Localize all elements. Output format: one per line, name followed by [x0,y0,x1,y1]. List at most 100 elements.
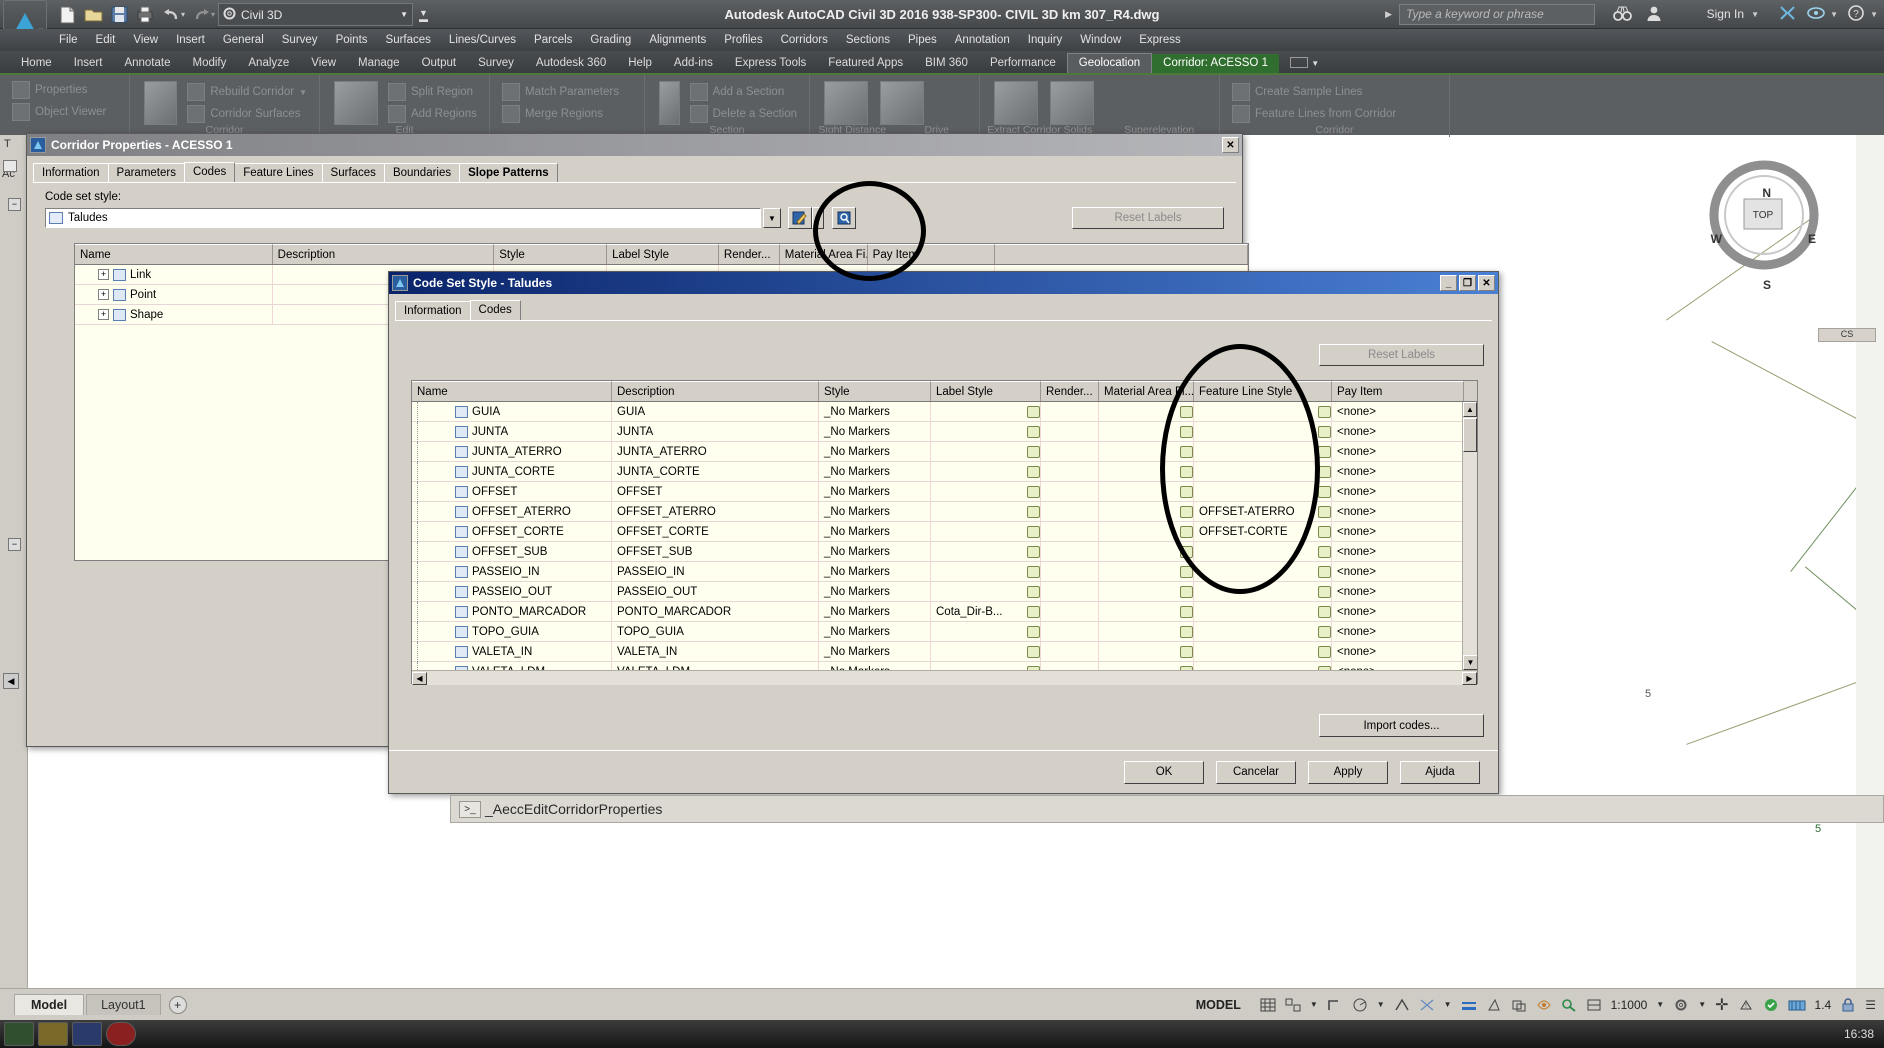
codeset-grid-cell[interactable]: OFFSET_ATERRO [612,501,819,522]
codeset-grid-cell[interactable]: <none> [1332,501,1464,522]
codeset-grid-cell[interactable]: _No Markers [819,481,931,502]
share-icon[interactable] [1807,5,1826,24]
feature-line-style-picker-icon[interactable] [1318,425,1331,438]
material-picker-icon[interactable] [1180,445,1193,458]
help-button[interactable]: Ajuda [1400,760,1480,784]
codeset-grid-cell[interactable]: _No Markers [819,402,931,422]
qat-overflow-icon[interactable]: ▼ ▬ [419,8,428,24]
material-picker-icon[interactable] [1180,425,1193,438]
status-bar[interactable]: Model Layout1 + MODEL ▼ ▼ ▼ 1:1000 ▼ ▼ ✛… [0,988,1884,1020]
codeset-grid-row[interactable]: JUNTA_CORTE JUNTA_CORTE _No Markers <none> [412,461,1464,482]
material-picker-icon[interactable] [1180,505,1193,518]
ribbon-panel-launch[interactable]: Create Sample Lines Feature Lines from C… [1220,75,1450,137]
code-set-grid-header[interactable]: Name Description Style Label Style Render...… [412,381,1477,402]
feature-line-style-picker-icon[interactable] [1318,405,1331,418]
taskbar-explorer-icon[interactable] [38,1022,68,1046]
ribbon-item-match-parameters[interactable]: Match Parameters [498,81,623,103]
codeset-grid-col-description[interactable]: Description [612,381,819,401]
clean-screen-icon[interactable] [1763,998,1779,1012]
codeset-grid-cell[interactable]: <none> [1332,641,1464,662]
codeset-tab-information[interactable]: Information [395,301,471,320]
ribbon-item-object-viewer[interactable]: Object Viewer [8,101,110,123]
taskbar-app-icon[interactable] [106,1022,136,1046]
ok-button[interactable]: OK [1124,760,1204,784]
corridor-grid-col-pay-item[interactable]: Pay Item [867,244,996,264]
feature-line-style-picker-icon[interactable] [1318,445,1331,458]
codeset-grid-cell-label-style[interactable]: Cota_Dir-B... [936,602,1023,622]
view-cube[interactable]: TOP [1704,155,1824,275]
annotation-visibility-icon[interactable] [1536,998,1552,1012]
codeset-grid-row[interactable]: PASSEIO_IN PASSEIO_IN _No Markers <none> [412,561,1464,582]
import-codes-button[interactable]: Import codes... [1319,714,1484,737]
tree-expand-icon[interactable]: + [98,289,109,300]
ribbon-panel-section[interactable]: Add a Section Delete a Section Section [645,75,810,137]
scroll-thumb[interactable] [1463,418,1477,452]
material-picker-icon[interactable] [1180,465,1193,478]
corridor-icon[interactable] [144,81,178,125]
codeset-grid-cell[interactable]: _No Markers [819,501,931,522]
scroll-left-arrow-icon[interactable]: ◀ [412,671,427,685]
workspace-switcher[interactable]: Civil 3D ▼ [218,3,413,26]
palette-expander[interactable]: − [8,538,21,551]
code-set-dropdown-button[interactable]: ▼ [763,208,781,228]
corridor-tab-feature-lines[interactable]: Feature Lines [234,163,323,182]
ribbon-item-properties[interactable]: Properties [8,79,110,101]
status-menu-icon[interactable]: ☰ [1865,998,1876,1012]
undo-dropdown-icon[interactable]: ▾ [178,4,188,25]
feature-line-style-picker-icon[interactable] [1318,465,1331,478]
material-picker-icon[interactable] [1180,665,1193,670]
codeset-grid-cell[interactable]: _No Markers [819,661,931,670]
ribbon-item-create-sample-lines[interactable]: Create Sample Lines [1228,81,1400,103]
taskbar-start-button[interactable] [4,1022,34,1046]
scale-dropdown-icon[interactable]: ▼ [1656,1000,1664,1009]
ortho-mode-icon[interactable] [1327,998,1343,1012]
ribbon-tab-corridor-context[interactable]: Corridor: ACESSO 1 [1152,54,1279,73]
ribbon-item-rebuild-corridor[interactable]: Rebuild Corridor ▼ [183,81,311,103]
material-picker-icon[interactable] [1180,585,1193,598]
help-dropdown-icon[interactable]: ▼ [1870,10,1878,19]
ribbon-tab-bim-360[interactable]: BIM 360 [914,54,979,73]
label-style-picker-icon[interactable] [1027,585,1040,598]
superelevation-icon[interactable] [1050,81,1094,125]
codeset-grid-cell[interactable] [1041,481,1099,502]
ribbon-panel-edit[interactable]: Split Region Add Regions Edit [320,75,490,137]
ribbon-tab-performance[interactable]: Performance [979,54,1067,73]
codeset-grid-cell[interactable] [1041,601,1099,622]
codeset-grid-cell[interactable]: GUIA [612,402,819,422]
menu-item-window[interactable]: Window [1071,29,1130,51]
codeset-grid-cell[interactable]: _No Markers [819,421,931,442]
codeset-grid-row[interactable]: JUNTA JUNTA _No Markers <none> [412,421,1464,442]
material-picker-icon[interactable] [1180,565,1193,578]
corridor-grid-col-blank[interactable] [995,244,1248,264]
menu-item-grading[interactable]: Grading [581,29,640,51]
menu-item-surfaces[interactable]: Surfaces [377,29,440,51]
ribbon-tab-strip[interactable]: Home Insert Annotate Modify Analyze View Manag… [0,51,1884,73]
codeset-grid-cell[interactable] [1041,501,1099,522]
codeset-grid-row[interactable]: GUIA GUIA _No Markers <none> [412,402,1464,422]
codeset-grid-cell[interactable]: _No Markers [819,441,931,462]
layout1-tab[interactable]: Layout1 [86,994,161,1015]
codeset-grid-cell[interactable]: OFFSET [612,481,819,502]
feature-line-style-picker-icon[interactable] [1318,665,1331,670]
codeset-grid-row[interactable]: OFFSET_ATERRO OFFSET_ATERRO _No Markers OFF… [412,501,1464,522]
sight-distance-icon[interactable] [824,81,868,125]
apply-button[interactable]: Apply [1308,760,1388,784]
menu-item-pipes[interactable]: Pipes [899,29,946,51]
taskbar-autocad-icon[interactable] [72,1022,102,1046]
palette-expander[interactable]: − [8,198,21,211]
menu-item-inquiry[interactable]: Inquiry [1019,29,1072,51]
ribbon-tab-output[interactable]: Output [411,54,468,73]
codeset-grid-col-material-area-fi-[interactable]: Material Area Fi... [1099,381,1194,401]
codeset-grid-cell[interactable] [1041,621,1099,642]
ribbon-tab-modify[interactable]: Modify [182,54,238,73]
codeset-grid-cell[interactable]: <none> [1332,621,1464,642]
label-style-picker-icon[interactable] [1027,405,1040,418]
menu-item-points[interactable]: Points [327,29,377,51]
chevron-down-icon[interactable]: ▼ [299,88,307,97]
menu-item-survey[interactable]: Survey [273,29,327,51]
ribbon-panel-regions[interactable]: Match Parameters Merge Regions [490,75,645,137]
codeset-grid-cell[interactable]: <none> [1332,601,1464,622]
hardware-acceleration-icon[interactable] [1788,998,1806,1012]
codeset-grid-cell[interactable] [1041,421,1099,442]
codeset-grid-cell[interactable]: PASSEIO_OUT [612,581,819,602]
